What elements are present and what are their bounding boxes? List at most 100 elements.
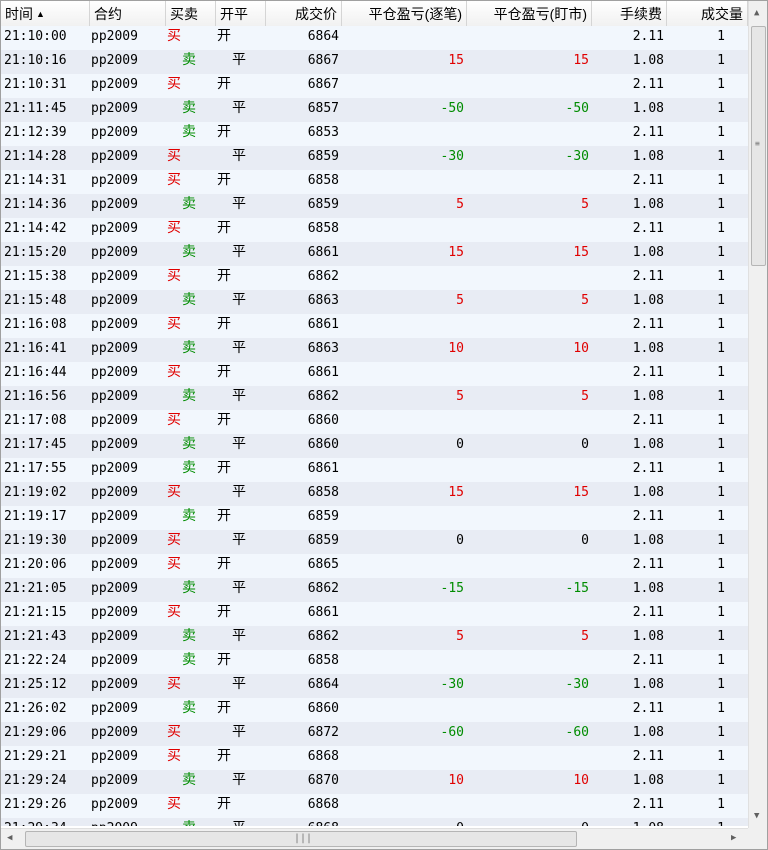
price-cell: 6867 (307, 53, 339, 68)
pnl-trade-cell: -15 (440, 581, 464, 596)
pnl-mtm-cell (467, 506, 591, 530)
pnl-trade-cell (342, 650, 466, 674)
table-row[interactable]: 21:17:08 pp2009 买 开 6860 2.11 1 (1, 410, 748, 434)
table-row[interactable]: 21:21:05 pp2009 卖 平 6862 -15 -15 1.08 1 (1, 578, 748, 602)
buy-cell: 买 (167, 148, 181, 164)
time-cell: 21:29:34 (4, 818, 90, 826)
table-row[interactable]: 21:15:38 pp2009 买 开 6862 2.11 1 (1, 266, 748, 290)
contract-cell: pp2009 (91, 581, 138, 596)
down-arrow-icon[interactable]: ▼ (754, 811, 759, 821)
qty-cell: 1 (717, 653, 725, 668)
fee-cell: 1.08 (632, 101, 664, 116)
table-row[interactable]: 21:10:31 pp2009 买 开 6867 2.11 1 (1, 74, 748, 98)
close-cell: 平 (232, 52, 246, 68)
price-cell: 6870 (307, 773, 339, 788)
table-row[interactable]: 21:14:31 pp2009 买 开 6858 2.11 1 (1, 170, 748, 194)
table-row[interactable]: 21:29:21 pp2009 买 开 6868 2.11 1 (1, 746, 748, 770)
table-row[interactable]: 21:15:20 pp2009 卖 平 6861 15 15 1.08 1 (1, 242, 748, 266)
table-row[interactable]: 21:16:44 pp2009 买 开 6861 2.11 1 (1, 362, 748, 386)
buy-cell: 买 (167, 796, 181, 812)
pnl-mtm-cell (467, 698, 591, 722)
time-cell: 21:16:44 (4, 365, 67, 380)
table-row[interactable]: 21:26:02 pp2009 卖 开 6860 2.11 1 (1, 698, 748, 722)
contract-cell: pp2009 (91, 437, 138, 452)
pnl-trade-cell: -30 (440, 149, 464, 164)
table-row[interactable]: 21:21:43 pp2009 卖 平 6862 5 5 1.08 1 (1, 626, 748, 650)
table-row[interactable]: 21:17:45 pp2009 卖 平 6860 0 0 1.08 1 (1, 434, 748, 458)
column-header-pnl-trade[interactable]: 平仓盈亏(逐笔) (342, 1, 467, 26)
table-row[interactable]: 21:14:28 pp2009 买 平 6859 -30 -30 1.08 1 (1, 146, 748, 170)
table-row[interactable]: 21:14:36 pp2009 卖 平 6859 5 5 1.08 1 (1, 194, 748, 218)
time-cell: 21:21:05 (4, 581, 67, 596)
close-cell: 平 (232, 292, 246, 308)
table-row[interactable]: 21:10:16 pp2009 卖 平 6867 15 15 1.08 1 (1, 50, 748, 74)
column-header-time[interactable]: 时间 ▲ (1, 1, 90, 26)
column-header-qty[interactable]: 成交量 (667, 1, 748, 26)
contract-cell: pp2009 (91, 749, 138, 764)
pnl-trade-cell (342, 170, 466, 194)
column-header-open-close[interactable]: 开平 (216, 1, 266, 26)
fee-cell: 2.11 (632, 317, 664, 332)
table-row[interactable]: 21:16:08 pp2009 买 开 6861 2.11 1 (1, 314, 748, 338)
table-row[interactable]: 21:29:24 pp2009 卖 平 6870 10 10 1.08 1 (1, 770, 748, 794)
table-row[interactable]: 21:16:56 pp2009 卖 平 6862 5 5 1.08 1 (1, 386, 748, 410)
pnl-mtm-cell (467, 266, 591, 290)
horizontal-scroll-thumb[interactable]: ||| (25, 831, 577, 847)
column-header-contract[interactable]: 合约 (90, 1, 166, 26)
fee-cell: 2.11 (632, 461, 664, 476)
table-row[interactable]: 21:19:30 pp2009 买 平 6859 0 0 1.08 1 (1, 530, 748, 554)
table-row[interactable]: 21:19:02 pp2009 买 平 6858 15 15 1.08 1 (1, 482, 748, 506)
vertical-scrollbar[interactable]: ▲ ≡ ▼ (748, 1, 767, 828)
horizontal-grip-icon: ||| (294, 833, 313, 844)
time-cell: 21:26:02 (4, 701, 67, 716)
column-header-price[interactable]: 成交价 (266, 1, 342, 26)
table-row[interactable]: 21:25:12 pp2009 买 平 6864 -30 -30 1.08 1 (1, 674, 748, 698)
buy-cell: 买 (167, 532, 181, 548)
vertical-scroll-thumb[interactable]: ≡ (751, 26, 766, 266)
table-row[interactable]: 21:16:41 pp2009 卖 平 6863 10 10 1.08 1 (1, 338, 748, 362)
qty-cell: 1 (717, 365, 725, 380)
table-row[interactable]: 21:10:00 pp2009 买 开 6864 2.11 1 (1, 26, 748, 50)
table-row[interactable]: 21:22:24 pp2009 卖 开 6858 2.11 1 (1, 650, 748, 674)
horizontal-scrollbar[interactable]: ◀ ||| ▶ (1, 828, 748, 849)
buy-cell: 买 (167, 724, 181, 740)
time-cell: 21:10:16 (4, 53, 67, 68)
close-cell: 平 (232, 532, 246, 548)
price-cell: 6862 (307, 581, 339, 596)
table-row[interactable]: 21:15:48 pp2009 卖 平 6863 5 5 1.08 1 (1, 290, 748, 314)
pnl-trade-cell: 10 (448, 773, 464, 788)
contract-cell: pp2009 (91, 341, 138, 356)
fee-cell: 2.11 (632, 365, 664, 380)
table-row[interactable]: 21:20:06 pp2009 买 开 6865 2.11 1 (1, 554, 748, 578)
column-header-fee[interactable]: 手续费 (592, 1, 667, 26)
close-cell: 平 (232, 676, 246, 692)
table-row[interactable]: 21:17:55 pp2009 卖 开 6861 2.11 1 (1, 458, 748, 482)
fee-cell: 1.08 (632, 149, 664, 164)
sell-cell: 卖 (182, 196, 196, 212)
table-row[interactable]: 21:11:45 pp2009 卖 平 6857 -50 -50 1.08 1 (1, 98, 748, 122)
table-row[interactable]: 21:29:06 pp2009 买 平 6872 -60 -60 1.08 1 (1, 722, 748, 746)
price-cell: 6857 (307, 101, 339, 116)
table-row[interactable]: 21:19:17 pp2009 卖 开 6859 2.11 1 (1, 506, 748, 530)
table-row[interactable]: 21:29:34pp2009卖平6868001.081 (1, 818, 748, 826)
table-row[interactable]: 21:21:15 pp2009 买 开 6861 2.11 1 (1, 602, 748, 626)
contract-cell: pp2009 (91, 677, 138, 692)
column-header-buy-sell[interactable]: 买卖 (166, 1, 216, 26)
time-cell: 21:15:38 (4, 269, 67, 284)
pnl-trade-cell (342, 218, 466, 242)
qty-cell: 1 (667, 818, 727, 826)
table-row[interactable]: 21:12:39 pp2009 卖 开 6853 2.11 1 (1, 122, 748, 146)
table-row[interactable]: 21:29:26 pp2009 买 开 6868 2.11 1 (1, 794, 748, 818)
sell-cell: 卖 (182, 652, 196, 668)
contract-cell: pp2009 (91, 557, 138, 572)
sell-cell: 卖 (182, 340, 196, 356)
right-arrow-icon[interactable]: ▶ (731, 833, 736, 843)
up-arrow-icon[interactable]: ▲ (754, 8, 759, 18)
fee-cell: 2.11 (632, 413, 664, 428)
table-row[interactable]: 21:14:42 pp2009 买 开 6858 2.11 1 (1, 218, 748, 242)
buy-cell: 买 (167, 316, 181, 332)
column-header-pnl-mtm[interactable]: 平仓盈亏(盯市) (467, 1, 592, 26)
open-cell: 开 (217, 76, 231, 92)
pnl-mtm-cell (467, 362, 591, 386)
left-arrow-icon[interactable]: ◀ (7, 833, 12, 843)
